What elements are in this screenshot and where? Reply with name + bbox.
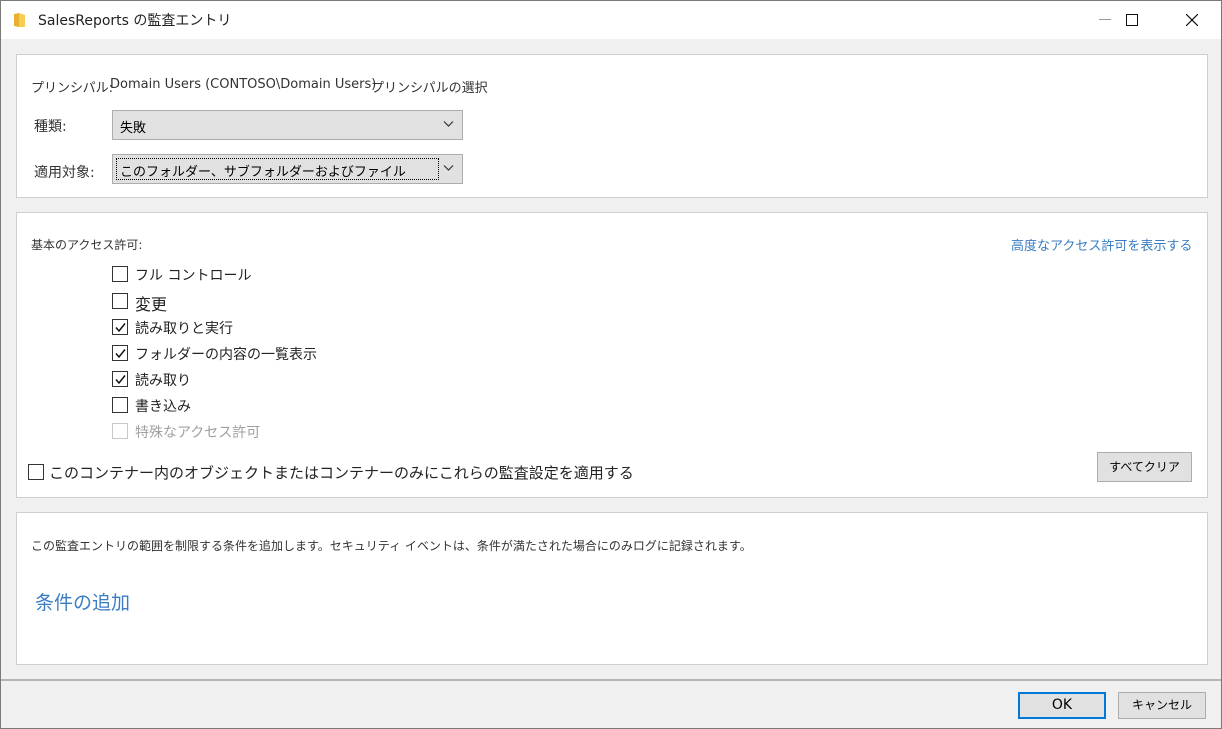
permission-label: 変更 [135,295,168,314]
checkbox[interactable] [112,397,128,413]
ok-button[interactable]: OK [1018,692,1106,719]
chevron-down-icon [443,165,454,171]
permission-label: フル コントロール [135,268,252,284]
show-advanced-permissions-link[interactable]: 高度なアクセス許可を表示する [1011,235,1192,254]
permission-label: 読み取り [135,373,191,389]
chevron-down-icon [443,121,454,127]
checkbox[interactable] [28,464,44,480]
checkmark-icon [115,323,126,333]
conditions-panel: この監査エントリの範囲を制限する条件を追加します。セキュリティ イベントは、条件… [16,512,1208,665]
basic-permissions-heading: 基本のアクセス許可: [31,238,143,252]
checkmark-icon [115,349,126,359]
applies-to-dropdown[interactable]: このフォルダー、サブフォルダーおよびファイル [112,154,463,184]
type-selected-value: 失敗 [120,121,147,136]
principal-value: Domain Users (CONTOSO\Domain Users) [110,77,377,92]
checkbox[interactable] [112,371,128,387]
clear-all-button[interactable]: すべてクリア [1097,452,1192,482]
applies-to-label: 適用対象: [34,165,95,181]
permission-label: 書き込み [135,399,191,415]
type-dropdown[interactable]: 失敗 [112,110,463,140]
checkmark-icon [115,375,126,385]
checkbox[interactable] [112,266,128,282]
checkbox [112,423,128,439]
footer-divider [1,679,1221,681]
folder-icon [14,13,25,27]
select-principal-link[interactable]: プリンシパルの選択 [371,77,488,96]
checkbox[interactable] [112,319,128,335]
maximize-icon [1126,14,1138,26]
permission-label: フォルダーの内容の一覧表示 [135,347,317,363]
applies-to-selected-value: このフォルダー、サブフォルダーおよびファイル [120,165,406,180]
permission-label: 読み取りと実行 [135,321,233,337]
cancel-button[interactable]: キャンセル [1118,692,1206,719]
principal-label: プリンシパル: [31,81,113,96]
window-title: SalesReports の監査エントリ [38,13,232,29]
close-icon [1186,14,1198,26]
checkbox[interactable] [112,293,128,309]
type-label: 種類: [34,119,67,135]
close-button[interactable] [1169,1,1215,39]
add-condition-link[interactable]: 条件の追加 [35,588,130,615]
maximize-button[interactable] [1109,1,1155,39]
apply-container-only-label: このコンテナー内のオブジェクトまたはコンテナーのみにこれらの監査設定を適用する [49,464,634,482]
permissions-panel: 基本のアクセス許可: 高度なアクセス許可を表示する フル コントロール 変更 読… [16,212,1208,498]
permission-label: 特殊なアクセス許可 [135,425,261,441]
title-bar[interactable]: SalesReports の監査エントリ [1,1,1221,39]
audit-entry-dialog: SalesReports の監査エントリ プリンシパル: Domain User… [0,0,1222,729]
conditions-description: この監査エントリの範囲を制限する条件を追加します。セキュリティ イベントは、条件… [31,539,752,553]
checkbox[interactable] [112,345,128,361]
principal-panel: プリンシパル: Domain Users (CONTOSO\Domain Use… [16,54,1208,198]
